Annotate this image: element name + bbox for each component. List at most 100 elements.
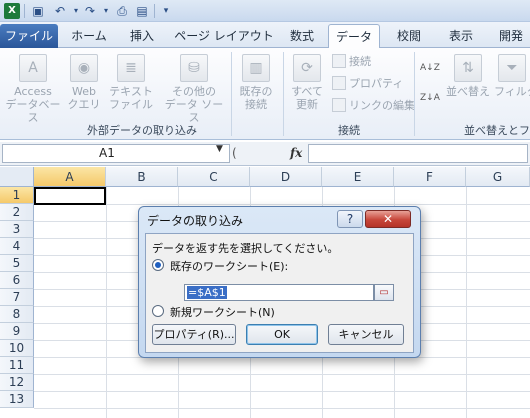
column-header-g[interactable]: G bbox=[466, 167, 530, 187]
row-header-1[interactable]: 1 bbox=[0, 187, 34, 204]
close-button[interactable]: ✕ bbox=[365, 210, 411, 228]
column-header-c[interactable]: C bbox=[178, 167, 250, 187]
tab-developer[interactable]: 開発 bbox=[492, 24, 530, 48]
new-document-icon[interactable]: ▤ bbox=[134, 3, 150, 19]
tab-view[interactable]: 表示 bbox=[440, 24, 482, 48]
row-header-3[interactable]: 3 bbox=[0, 221, 34, 238]
sort-ascending-button[interactable]: A↓Z bbox=[420, 60, 440, 76]
tab-insert[interactable]: 挿入 bbox=[122, 24, 162, 48]
gridline bbox=[34, 408, 530, 409]
access-label-2: データベース bbox=[5, 98, 61, 124]
insert-function-icon[interactable]: fx bbox=[290, 144, 302, 163]
row-header-7[interactable]: 7 bbox=[0, 289, 34, 306]
other-sources-button[interactable]: ⛁ その他の データ ソース bbox=[160, 54, 228, 124]
tab-formulas[interactable]: 数式 bbox=[282, 24, 322, 48]
access-database-button[interactable]: A Access データベース bbox=[4, 54, 62, 124]
group-separator bbox=[283, 52, 284, 136]
collapse-dialog-icon[interactable]: ▭ bbox=[374, 284, 394, 301]
text-label-1: テキスト bbox=[109, 85, 153, 98]
ribbon-tab-strip: ファイル ホーム 挿入 ページ レイアウト 数式 データ 校閲 表示 開発 bbox=[0, 22, 530, 49]
row-header-2[interactable]: 2 bbox=[0, 204, 34, 221]
group-label-sort-filter: 並べ替えとフ bbox=[464, 124, 530, 137]
group-label-external-data: 外部データの取り込み bbox=[87, 124, 197, 137]
row-header-12[interactable]: 12 bbox=[0, 374, 34, 391]
redo-dropdown-icon[interactable]: ▾ bbox=[98, 3, 114, 19]
tab-file[interactable]: ファイル bbox=[0, 24, 58, 48]
row-header-13[interactable]: 13 bbox=[0, 391, 34, 408]
row-header-6[interactable]: 6 bbox=[0, 272, 34, 289]
sort-descending-button[interactable]: Z↓A bbox=[420, 90, 440, 106]
refresh-label-2: 更新 bbox=[296, 98, 318, 111]
qat-separator bbox=[24, 4, 25, 18]
text-label-2: ファイル bbox=[109, 98, 153, 111]
name-box-dropdown-icon[interactable]: ▼ bbox=[216, 144, 223, 154]
refresh-icon: ⟳ bbox=[293, 54, 321, 82]
existing-connections-icon: ▥ bbox=[242, 54, 270, 82]
save-icon[interactable]: ▣ bbox=[30, 3, 46, 19]
ok-button[interactable]: OK bbox=[246, 324, 318, 345]
radio-unselected-icon[interactable] bbox=[152, 305, 164, 317]
tab-page-layout[interactable]: ページ レイアウト bbox=[172, 24, 276, 48]
active-cell-a1[interactable] bbox=[34, 187, 106, 205]
formula-input[interactable] bbox=[308, 144, 528, 163]
refresh-all-button[interactable]: ⟳ すべて 更新 bbox=[286, 54, 328, 111]
column-header-b[interactable]: B bbox=[106, 167, 178, 187]
redo-icon[interactable]: ↷ bbox=[82, 3, 98, 19]
print-preview-icon[interactable]: ⎙ bbox=[114, 3, 130, 19]
gridline bbox=[34, 204, 530, 205]
row-header-9[interactable]: 9 bbox=[0, 323, 34, 340]
row-header-10[interactable]: 10 bbox=[0, 340, 34, 357]
row-header-4[interactable]: 4 bbox=[0, 238, 34, 255]
filter-button[interactable]: ⏷ フィルター bbox=[494, 54, 530, 98]
connections-label: 接続 bbox=[349, 55, 371, 68]
qat-separator bbox=[154, 4, 155, 18]
existing-worksheet-option[interactable]: 既存のワークシート(E): bbox=[152, 258, 289, 274]
row-header-11[interactable]: 11 bbox=[0, 357, 34, 374]
existing-connections-button[interactable]: ▥ 既存の 接続 bbox=[234, 54, 278, 111]
undo-icon[interactable]: ↶ bbox=[52, 3, 68, 19]
web-query-button[interactable]: ◉ Web クエリ bbox=[64, 54, 104, 111]
column-header-e[interactable]: E bbox=[322, 167, 394, 187]
customize-qat-icon[interactable]: ▾ bbox=[158, 3, 174, 19]
column-header-a[interactable]: A bbox=[34, 167, 106, 187]
link-icon bbox=[332, 98, 346, 112]
row-header-5[interactable]: 5 bbox=[0, 255, 34, 272]
connections-icon bbox=[332, 54, 346, 68]
sort-icon: ⇅ bbox=[454, 54, 482, 82]
web-label-2: クエリ bbox=[67, 98, 101, 111]
existing-worksheet-label: 既存のワークシート(E): bbox=[170, 260, 289, 273]
web-icon: ◉ bbox=[70, 54, 98, 82]
properties-button[interactable]: プロパティ bbox=[332, 76, 403, 92]
refresh-label-1: すべて bbox=[291, 85, 323, 98]
tab-review[interactable]: 校閲 bbox=[388, 24, 430, 48]
radio-selected-icon[interactable] bbox=[152, 259, 164, 271]
reference-input[interactable]: =$A$1 bbox=[184, 284, 374, 301]
access-label-1: Access bbox=[14, 85, 52, 98]
connections-button[interactable]: 接続 bbox=[332, 54, 371, 70]
other-label-1: その他の bbox=[172, 85, 216, 98]
dialog-prompt: データを返す先を選択してください。 bbox=[152, 242, 339, 255]
name-box[interactable]: A1 bbox=[2, 144, 230, 163]
sort-button[interactable]: ⇅ 並べ替え bbox=[446, 54, 490, 98]
new-worksheet-label: 新規ワークシート(N) bbox=[170, 306, 275, 319]
column-header-f[interactable]: F bbox=[394, 167, 466, 187]
edit-links-button[interactable]: リンクの編集 bbox=[332, 98, 415, 114]
ribbon-data: A Access データベース ◉ Web クエリ ≣ テキスト ファイル ⛁ … bbox=[0, 48, 530, 140]
cancel-button[interactable]: キャンセル bbox=[328, 324, 404, 345]
dialog-body: データを返す先を選択してください。 既存のワークシート(E): =$A$1 ▭ … bbox=[145, 233, 414, 353]
dialog-title: データの取り込み bbox=[147, 214, 244, 228]
filter-label: フィルター bbox=[494, 85, 530, 98]
row-header-8[interactable]: 8 bbox=[0, 306, 34, 323]
new-worksheet-option[interactable]: 新規ワークシート(N) bbox=[152, 304, 275, 320]
group-label-connections: 接続 bbox=[338, 124, 360, 137]
select-all-corner[interactable] bbox=[0, 167, 34, 187]
filter-icon: ⏷ bbox=[498, 54, 526, 82]
other-label-2: データ ソース bbox=[164, 98, 224, 124]
column-header-d[interactable]: D bbox=[250, 167, 322, 187]
tab-home[interactable]: ホーム bbox=[66, 24, 112, 48]
properties-button[interactable]: プロパティ(R)... bbox=[152, 324, 236, 345]
tab-data[interactable]: データ bbox=[328, 24, 380, 49]
excel-logo-icon: X bbox=[4, 3, 20, 19]
help-button[interactable]: ? bbox=[337, 210, 363, 228]
text-file-button[interactable]: ≣ テキスト ファイル bbox=[106, 54, 156, 111]
